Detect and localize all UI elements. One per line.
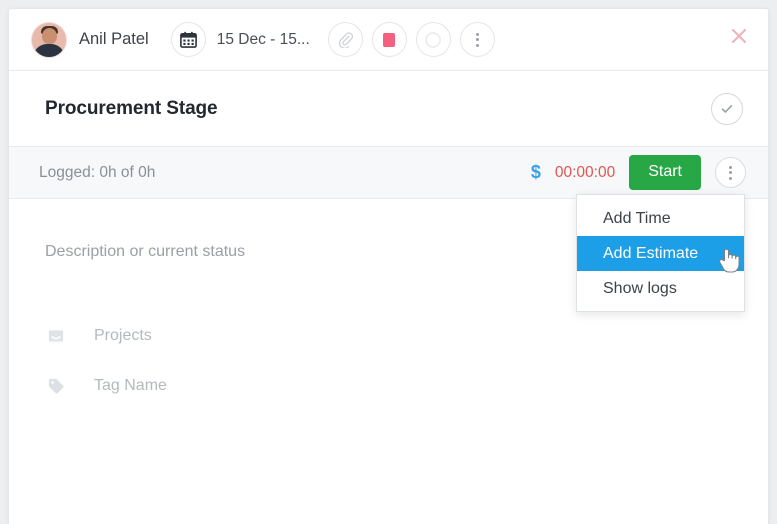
priority-button[interactable] <box>372 22 407 57</box>
time-log-row: Logged: 0h of 0h $ 00:00:00 Start <box>9 147 768 199</box>
time-log-menu-button[interactable] <box>715 157 746 188</box>
avatar-body <box>33 44 65 58</box>
projects-field[interactable]: Projects <box>45 323 768 349</box>
projects-label: Projects <box>94 327 152 345</box>
timer-display: 00:00:00 <box>555 164 615 182</box>
header-icon-group <box>328 22 495 57</box>
logged-time-label: Logged: 0h of 0h <box>39 164 155 182</box>
mark-complete-button[interactable] <box>711 93 743 125</box>
status-button[interactable] <box>416 22 451 57</box>
stop-square-icon <box>383 33 395 47</box>
close-x-icon <box>728 25 750 47</box>
calendar-icon <box>179 30 198 49</box>
attachment-button[interactable] <box>328 22 363 57</box>
check-circle-icon <box>719 101 735 117</box>
page-title[interactable]: Procurement Stage <box>45 98 218 120</box>
assignee-name[interactable]: Anil Patel <box>79 30 149 49</box>
menu-item-show-logs[interactable]: Show logs <box>577 271 744 306</box>
time-log-dropdown-menu: Add Time Add Estimate Show logs <box>576 194 745 312</box>
close-button[interactable] <box>728 25 750 47</box>
circle-ring-icon <box>425 32 441 48</box>
date-range-label[interactable]: 15 Dec - 15... <box>217 31 310 49</box>
tag-field[interactable]: Tag Name <box>45 373 768 399</box>
user-avatar[interactable] <box>31 22 67 58</box>
avatar-face <box>42 28 57 44</box>
menu-item-add-time[interactable]: Add Time <box>577 201 744 236</box>
timer-controls: $ 00:00:00 Start <box>531 155 746 190</box>
dollar-icon[interactable]: $ <box>531 162 541 183</box>
tag-label: Tag Name <box>94 377 167 395</box>
calendar-button[interactable] <box>171 22 206 57</box>
inbox-icon <box>45 329 67 343</box>
task-header: Anil Patel 15 Dec - 15... <box>9 9 768 71</box>
kebab-menu-icon <box>729 166 732 180</box>
paperclip-icon <box>337 31 354 48</box>
header-more-button[interactable] <box>460 22 495 57</box>
start-timer-button[interactable]: Start <box>629 155 701 190</box>
menu-item-add-estimate[interactable]: Add Estimate <box>577 236 744 271</box>
title-row: Procurement Stage <box>9 71 768 147</box>
tag-icon <box>45 378 67 394</box>
task-detail-card: Anil Patel 15 Dec - 15... <box>8 8 769 524</box>
kebab-menu-icon <box>476 33 479 47</box>
